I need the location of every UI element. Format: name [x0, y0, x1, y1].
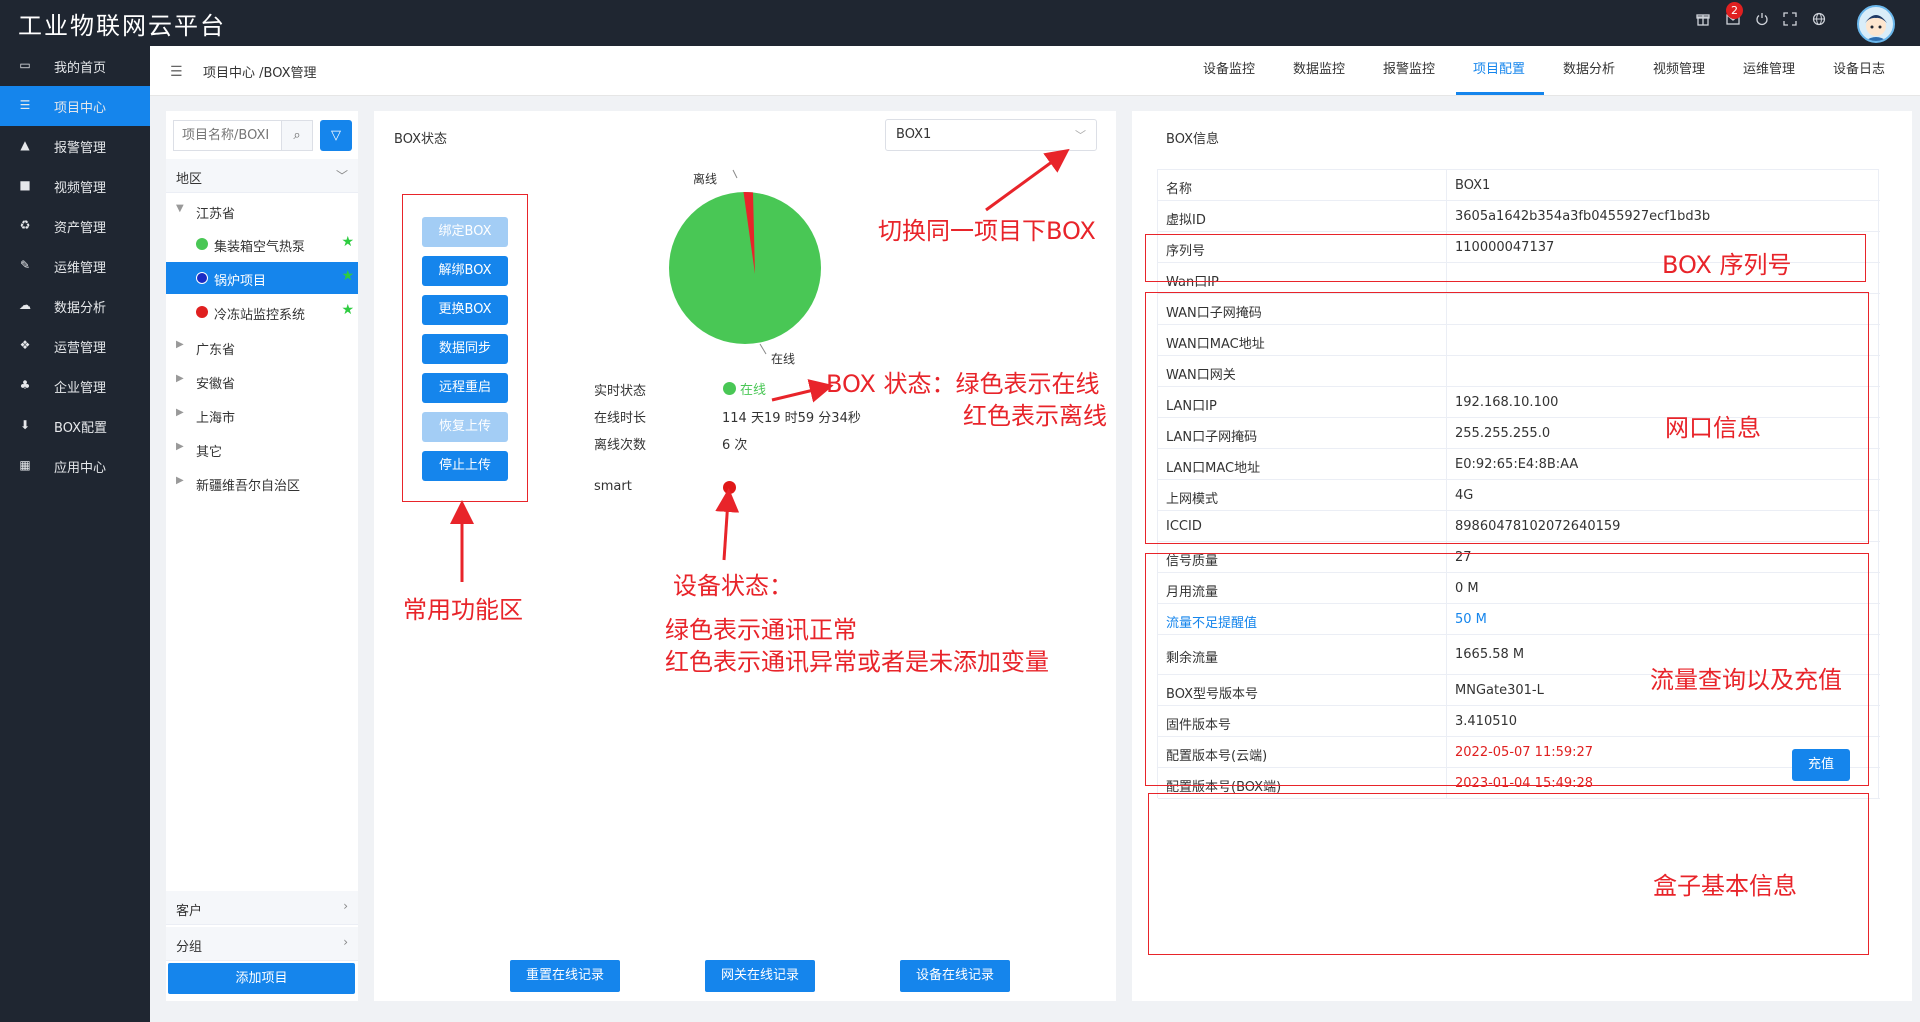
arrow-to-box-select	[985, 148, 1070, 212]
annotation-basic-info: 盒子基本信息	[1653, 872, 1797, 900]
annotation-serial: BOX 序列号	[1662, 251, 1792, 279]
annotation-device-status-line1: 绿色表示通讯正常	[665, 616, 857, 644]
annotation-switch-box: 切换同一项目下BOX	[878, 217, 1096, 245]
annotation-arrows	[450, 148, 1070, 582]
annotation-device-status-title: 设备状态：	[673, 572, 793, 600]
annotation-common-functions: 常用功能区	[403, 596, 523, 624]
annotation-traffic: 流量查询以及充值	[1650, 666, 1842, 694]
arrow-to-device-dot	[715, 488, 740, 561]
annotation-box-status-line1: BOX 状态：绿色表示在线	[826, 370, 1100, 398]
arrow-to-status	[771, 379, 834, 403]
annotation-network: 网口信息	[1665, 414, 1761, 442]
annotation-device-status-line2: 红色表示通讯异常或者是未添加变量	[665, 648, 1049, 676]
annotation-box-status-line2: 红色表示离线	[963, 402, 1107, 430]
